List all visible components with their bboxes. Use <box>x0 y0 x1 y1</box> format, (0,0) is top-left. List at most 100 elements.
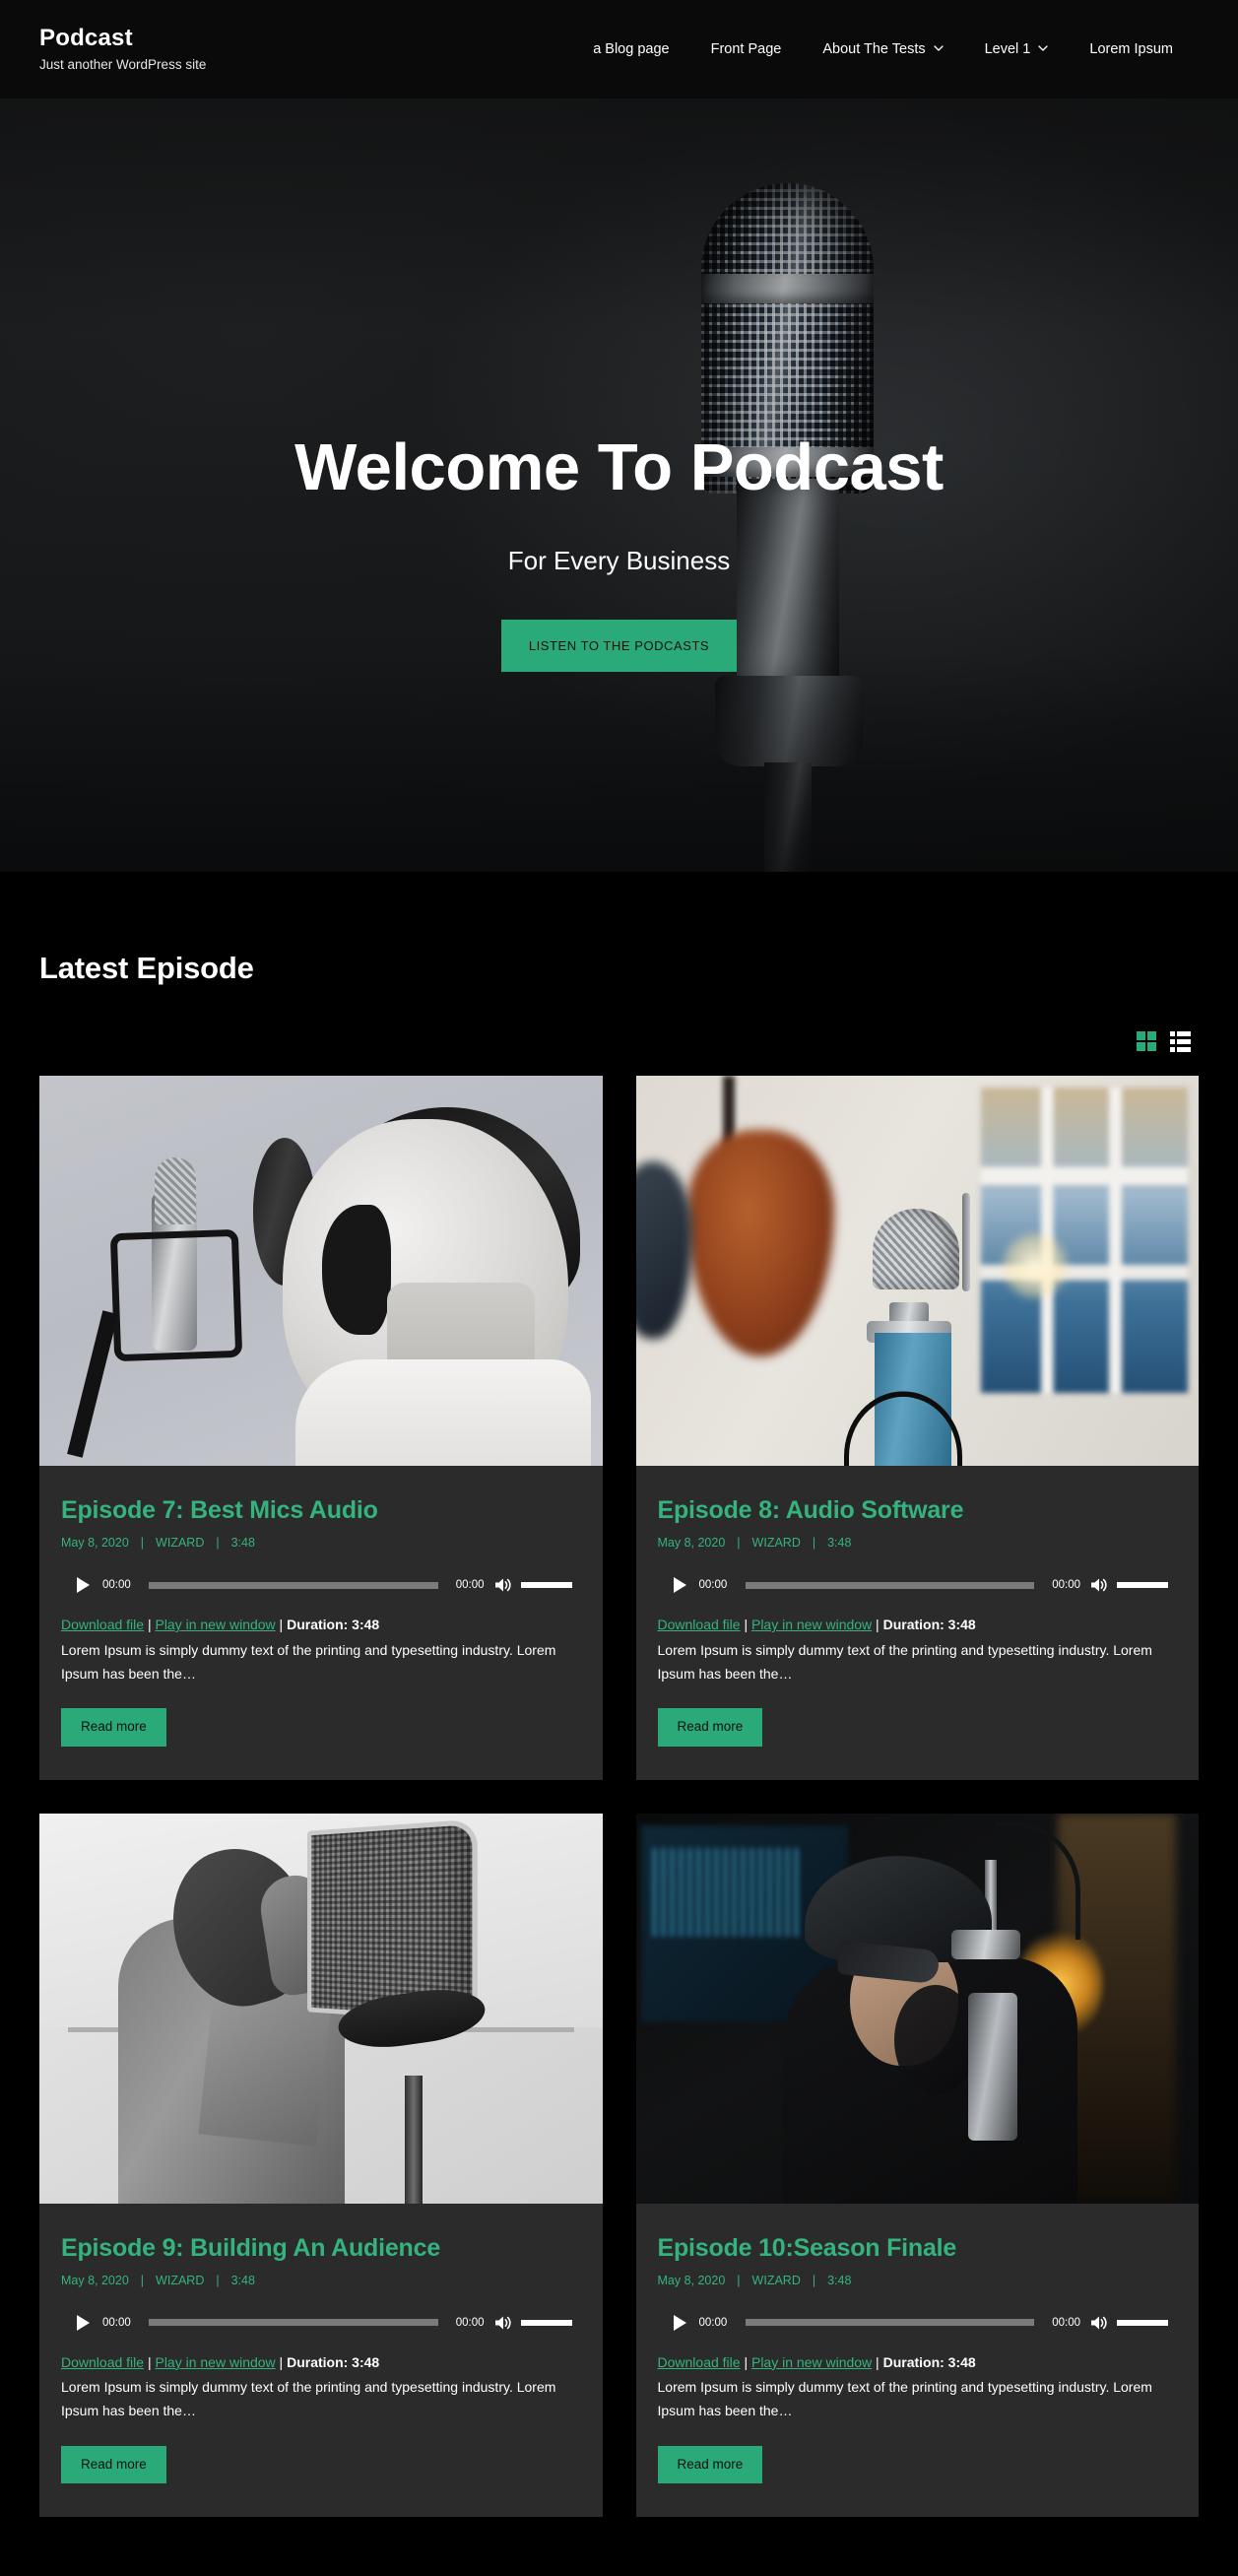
duration-label: Duration: 3:48 <box>287 1617 380 1632</box>
episode-card[interactable]: Episode 8: Audio Software May 8, 2020 | … <box>635 1076 1199 1780</box>
episode-meta: May 8, 2020 | WIZARD | 3:48 <box>61 2273 255 2287</box>
volume-bar[interactable] <box>1117 1582 1168 1588</box>
episode-links: Download file | Play in new window | Dur… <box>61 1617 380 1632</box>
episode-meta: May 8, 2020 | WIZARD | 3:48 <box>657 2273 852 2287</box>
total-time: 00:00 <box>455 2316 485 2329</box>
read-more-button[interactable]: Read more <box>61 2445 166 2484</box>
grid-view-icon[interactable] <box>1137 1031 1157 1052</box>
listen-to-podcasts-button[interactable]: LISTEN TO THE PODCASTS <box>500 620 738 673</box>
current-time: 00:00 <box>698 2316 728 2329</box>
nav-label: a Blog page <box>593 41 670 57</box>
audio-player[interactable]: 00:00 00:00 <box>61 1568 581 1602</box>
volume-bar[interactable] <box>1117 2319 1168 2326</box>
speaker-icon[interactable] <box>1089 1575 1109 1595</box>
play-in-new-window-link[interactable]: Play in new window <box>155 1617 275 1632</box>
episode-date: May 8, 2020 <box>61 2273 129 2287</box>
episode-title[interactable]: Episode 10:Season Finale <box>658 2233 1178 2263</box>
download-file-link[interactable]: Download file <box>61 2354 144 2370</box>
episode-date: May 8, 2020 <box>657 2273 726 2287</box>
nav-item-level-1[interactable]: Level 1 <box>964 32 1070 67</box>
episode-author: WIZARD <box>156 1536 205 1550</box>
chevron-down-icon[interactable] <box>933 43 944 53</box>
current-time: 00:00 <box>698 1579 728 1591</box>
episode-author: WIZARD <box>751 2273 801 2287</box>
episode-title[interactable]: Episode 8: Audio Software <box>658 1495 1178 1525</box>
total-time: 00:00 <box>1052 2316 1080 2329</box>
episode-meta: May 8, 2020 | WIZARD | 3:48 <box>657 1536 852 1550</box>
nav-item-a-blog-page[interactable]: a Blog page <box>572 32 689 67</box>
audio-player[interactable]: 00:00 00:00 <box>657 2305 1177 2340</box>
episode-links: Download file | Play in new window | Dur… <box>657 2353 976 2370</box>
speaker-icon[interactable] <box>493 2313 513 2333</box>
episode-thumbnail[interactable] <box>39 1813 603 2204</box>
latest-episodes-section: Latest Episode Episode 7: Best Mics Audi… <box>0 872 1238 2576</box>
episode-links: Download file | Play in new window | Dur… <box>657 1617 976 1632</box>
seek-bar[interactable] <box>149 1581 438 1589</box>
speaker-icon[interactable] <box>1089 2313 1109 2333</box>
primary-navigation: a Blog page Front Page About The Tests L… <box>572 32 1199 67</box>
current-time: 00:00 <box>102 2316 131 2329</box>
site-branding[interactable]: Podcast Just another WordPress site <box>39 25 207 73</box>
chevron-down-icon[interactable] <box>1038 43 1049 53</box>
audio-player[interactable]: 00:00 00:00 <box>657 1568 1177 1602</box>
episode-author: WIZARD <box>751 1536 801 1550</box>
episode-thumbnail[interactable] <box>635 1813 1199 2204</box>
nav-item-lorem-ipsum[interactable]: Lorem Ipsum <box>1069 32 1194 67</box>
nav-label: Level 1 <box>984 41 1031 57</box>
read-more-button[interactable]: Read more <box>657 2445 763 2484</box>
download-file-link[interactable]: Download file <box>658 2354 741 2370</box>
episode-title[interactable]: Episode 9: Building An Audience <box>61 2233 581 2263</box>
episode-excerpt: Lorem Ipsum is simply dummy text of the … <box>657 1641 1152 1682</box>
hero-title: Welcome To Podcast <box>294 430 944 504</box>
episode-links: Download file | Play in new window | Dur… <box>61 2353 380 2370</box>
play-in-new-window-link[interactable]: Play in new window <box>751 1617 872 1632</box>
view-toggle <box>0 986 1238 1052</box>
episode-length: 3:48 <box>230 1536 255 1550</box>
episode-length: 3:48 <box>827 1536 852 1550</box>
download-file-link[interactable]: Download file <box>61 1617 144 1632</box>
episode-excerpt: Lorem Ipsum is simply dummy text of the … <box>61 2379 556 2419</box>
read-more-button[interactable]: Read more <box>657 1707 763 1747</box>
seek-bar[interactable] <box>149 2319 438 2327</box>
seek-bar[interactable] <box>745 2319 1034 2327</box>
current-time: 00:00 <box>102 1579 131 1591</box>
site-title[interactable]: Podcast <box>39 25 206 51</box>
site-tagline: Just another WordPress site <box>39 57 207 73</box>
play-icon[interactable] <box>667 2310 692 2336</box>
play-in-new-window-link[interactable]: Play in new window <box>751 2354 872 2370</box>
episode-excerpt: Lorem Ipsum is simply dummy text of the … <box>657 2379 1152 2419</box>
download-file-link[interactable]: Download file <box>658 1617 741 1632</box>
episode-meta: May 8, 2020 | WIZARD | 3:48 <box>61 1536 255 1550</box>
episode-card[interactable]: Episode 9: Building An Audience May 8, 2… <box>39 1813 603 2518</box>
episode-grid: Episode 7: Best Mics Audio May 8, 2020 |… <box>0 1052 1238 2518</box>
nav-label: Front Page <box>710 41 782 57</box>
episode-title[interactable]: Episode 7: Best Mics Audio <box>61 1495 581 1525</box>
nav-item-front-page[interactable]: Front Page <box>690 32 803 67</box>
episode-thumbnail[interactable] <box>635 1076 1199 1466</box>
episode-length: 3:48 <box>230 2273 255 2287</box>
play-icon[interactable] <box>667 1572 692 1598</box>
audio-player[interactable]: 00:00 00:00 <box>61 2305 581 2340</box>
episode-card[interactable]: Episode 7: Best Mics Audio May 8, 2020 |… <box>39 1076 603 1780</box>
episode-length: 3:48 <box>827 2273 852 2287</box>
episode-excerpt: Lorem Ipsum is simply dummy text of the … <box>61 1641 556 1682</box>
episode-thumbnail[interactable] <box>39 1076 603 1466</box>
nav-label: About The Tests <box>822 41 926 57</box>
hero-subtitle: For Every Business <box>507 546 731 576</box>
duration-label: Duration: 3:48 <box>882 1617 976 1632</box>
volume-bar[interactable] <box>520 2319 572 2326</box>
read-more-button[interactable]: Read more <box>61 1707 166 1747</box>
volume-bar[interactable] <box>520 1582 572 1588</box>
episode-card[interactable]: Episode 10:Season Finale May 8, 2020 | W… <box>635 1813 1199 2518</box>
seek-bar[interactable] <box>745 1581 1034 1589</box>
play-icon[interactable] <box>70 2310 96 2336</box>
play-icon[interactable] <box>70 1572 96 1598</box>
episode-date: May 8, 2020 <box>657 1536 726 1550</box>
episode-author: WIZARD <box>156 2273 205 2287</box>
nav-item-about-the-tests[interactable]: About The Tests <box>802 32 963 67</box>
speaker-icon[interactable] <box>493 1575 513 1595</box>
hero-banner: Welcome To Podcast For Every Business LI… <box>0 99 1238 872</box>
section-title: Latest Episode <box>39 951 254 985</box>
list-view-icon[interactable] <box>1170 1031 1191 1052</box>
play-in-new-window-link[interactable]: Play in new window <box>155 2354 275 2370</box>
